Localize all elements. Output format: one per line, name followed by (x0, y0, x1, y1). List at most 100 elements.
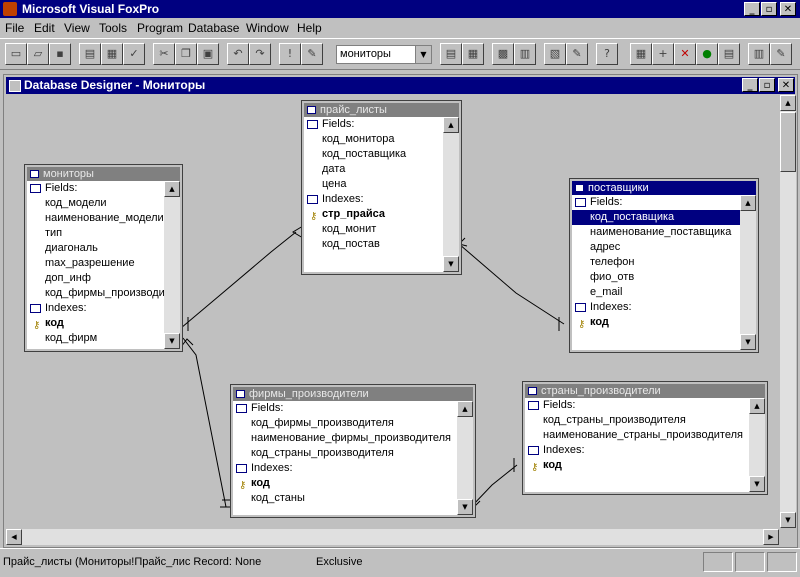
scroll-up-icon[interactable]: ▲ (740, 195, 756, 211)
menu-window[interactable]: Window (246, 21, 289, 35)
field-row[interactable]: фио_отв (572, 270, 740, 285)
scroll-up-icon[interactable]: ▲ (443, 117, 459, 133)
table-title-bar[interactable]: страны_производители (525, 384, 765, 398)
remove-table-icon[interactable]: ✕ (674, 43, 696, 65)
browse-table-icon[interactable]: ▥ (748, 43, 770, 65)
field-row[interactable]: код_страны_производителя (233, 446, 457, 461)
scroll-down-icon[interactable]: ▼ (740, 334, 756, 350)
chevron-down-icon[interactable]: ▼ (415, 46, 431, 63)
table-title-bar[interactable]: поставщики (572, 181, 756, 195)
scroll-right-icon[interactable]: ▶ (763, 529, 779, 545)
designer-horizontal-scrollbar[interactable]: ◀ ▶ (6, 529, 779, 545)
undo-icon[interactable]: ↶ (227, 43, 249, 65)
form-designer-icon[interactable]: ▩ (492, 43, 514, 65)
index-row[interactable]: код_монит (304, 222, 443, 237)
menu-tools[interactable]: Tools (99, 21, 127, 35)
field-row[interactable]: диагональ (27, 241, 164, 256)
index-row[interactable]: ⚷ стр_прайса (304, 207, 443, 222)
relation-line-поставщики-прайс[interactable] (458, 237, 565, 331)
scroll-down-icon[interactable]: ▼ (780, 512, 796, 528)
redo-icon[interactable]: ↷ (249, 43, 271, 65)
table-title-bar[interactable]: фирмы_производители (233, 387, 473, 401)
field-row[interactable]: адрес (572, 240, 740, 255)
index-row[interactable]: ⚷ код (233, 476, 457, 491)
index-row[interactable]: код_постав (304, 237, 443, 252)
menu-help[interactable]: Help (297, 21, 322, 35)
field-row[interactable]: код_модели (27, 196, 164, 211)
field-row[interactable]: наименование_модели (27, 211, 164, 226)
edit-procedures-icon[interactable]: ✎ (770, 43, 792, 65)
run-icon[interactable]: ! (279, 43, 301, 65)
field-row[interactable]: наименование_страны_производителя (525, 428, 749, 443)
menu-database[interactable]: Database (188, 21, 239, 35)
help-icon[interactable]: ? (596, 43, 618, 65)
scroll-left-icon[interactable]: ◀ (6, 529, 22, 545)
field-row[interactable]: доп_инф (27, 271, 164, 286)
relation-line-мониторы-прайс[interactable] (177, 225, 304, 335)
command-window-icon[interactable]: ▤ (440, 43, 462, 65)
field-row[interactable]: e_mail (572, 285, 740, 300)
table-title-bar[interactable]: прайс_листы (304, 103, 459, 117)
modify-table-icon[interactable]: ▤ (718, 43, 740, 65)
scroll-up-icon[interactable]: ▲ (457, 401, 473, 417)
add-view-icon[interactable]: ● (696, 43, 718, 65)
field-row[interactable]: цена (304, 177, 443, 192)
field-row[interactable]: наименование_фирмы_производителя (233, 431, 457, 446)
modify-form-icon[interactable]: ✎ (301, 43, 323, 65)
designer-vertical-scrollbar[interactable]: ▲ ▼ (780, 95, 796, 528)
field-row[interactable]: код_фирмы_производи (27, 286, 164, 301)
relation-line-фирмы-мониторы[interactable] (180, 337, 230, 508)
field-row[interactable]: код_фирмы_производителя (233, 416, 457, 431)
menu-edit[interactable]: Edit (34, 21, 55, 35)
paste-icon[interactable]: ▣ (197, 43, 219, 65)
designer-maximize-button[interactable]: ▫ (759, 78, 775, 92)
add-table-icon[interactable]: + (652, 43, 674, 65)
report-designer-icon[interactable]: ▥ (514, 43, 536, 65)
table-scrollbar[interactable]: ▲ ▼ (740, 195, 756, 350)
restore-button[interactable]: ▫ (761, 2, 777, 16)
menu-view[interactable]: View (64, 21, 90, 35)
database-combo[interactable]: мониторы ▼ (336, 45, 432, 64)
copy-icon[interactable]: ❐ (175, 43, 197, 65)
view-window-icon[interactable]: ▦ (462, 43, 484, 65)
table-scrollbar[interactable]: ▲ ▼ (457, 401, 473, 515)
designer-close-button[interactable]: ✕ (778, 78, 794, 92)
field-row[interactable]: наименование_поставщика (572, 225, 740, 240)
menu-program[interactable]: Program (137, 21, 183, 35)
save-icon[interactable]: ▪ (49, 43, 71, 65)
table-window-мониторы[interactable]: мониторы Fields: код_модели наименование… (24, 164, 183, 352)
field-row[interactable]: тип (27, 226, 164, 241)
table-window-прайс_листы[interactable]: прайс_листы Fields: код_монитора код_пос… (301, 100, 462, 275)
designer-minimize-button[interactable]: _ (742, 78, 758, 92)
spell-check-icon[interactable]: ✓ (123, 43, 145, 65)
table-window-фирмы_производители[interactable]: фирмы_производители Fields: код_фирмы_пр… (230, 384, 476, 518)
scroll-up-icon[interactable]: ▲ (164, 181, 180, 197)
wizard-icon[interactable]: ✎ (566, 43, 588, 65)
table-scrollbar[interactable]: ▲ ▼ (749, 398, 765, 492)
index-row[interactable]: ⚷ код (27, 316, 164, 331)
open-icon[interactable]: ▱ (27, 43, 49, 65)
index-row[interactable]: ⚷ код (572, 315, 740, 330)
field-row[interactable]: код_монитора (304, 132, 443, 147)
relation-line-страны-фирмы[interactable] (471, 458, 518, 508)
print-preview-icon[interactable]: ▦ (101, 43, 123, 65)
scroll-up-icon[interactable]: ▲ (749, 398, 765, 414)
index-row[interactable]: код_станы (233, 491, 457, 506)
scroll-down-icon[interactable]: ▼ (749, 476, 765, 492)
menu-file[interactable]: File (5, 21, 24, 35)
scroll-down-icon[interactable]: ▼ (443, 256, 459, 272)
field-row[interactable]: max_разрешение (27, 256, 164, 271)
index-row[interactable]: ⚷ код (525, 458, 749, 473)
minimize-button[interactable]: _ (744, 2, 760, 16)
scroll-thumb[interactable] (780, 112, 796, 172)
index-row[interactable]: код_фирм (27, 331, 164, 346)
print-icon[interactable]: ▤ (79, 43, 101, 65)
new-icon[interactable]: ▭ (5, 43, 27, 65)
table-scrollbar[interactable]: ▲ ▼ (164, 181, 180, 349)
field-row[interactable]: дата (304, 162, 443, 177)
scroll-up-icon[interactable]: ▲ (780, 95, 796, 111)
new-table-icon[interactable]: ▦ (630, 43, 652, 65)
cut-icon[interactable]: ✂ (153, 43, 175, 65)
field-row[interactable]: телефон (572, 255, 740, 270)
field-row[interactable]: код_поставщика (304, 147, 443, 162)
